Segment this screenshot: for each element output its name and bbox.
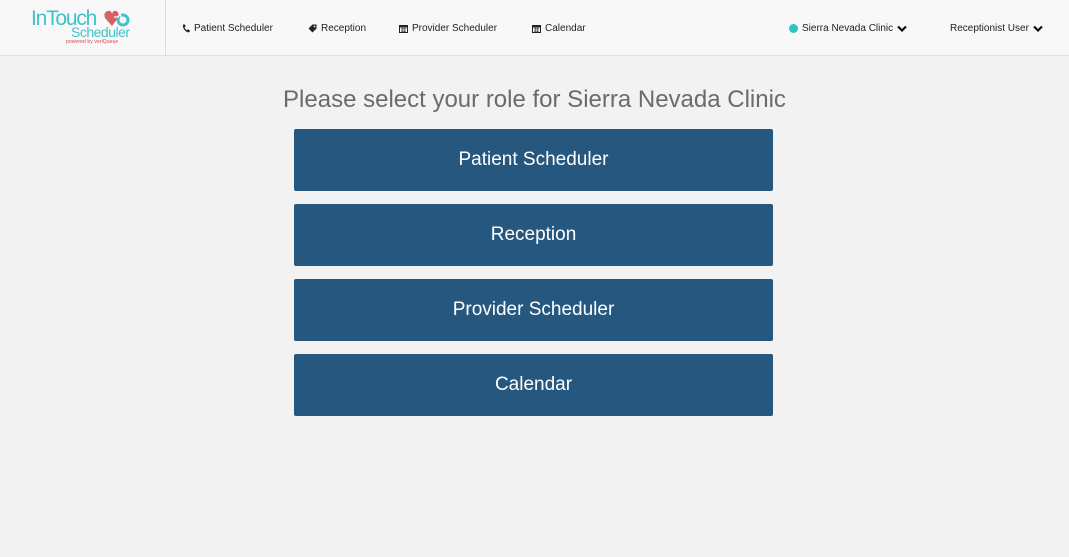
chevron-down-icon — [897, 25, 907, 32]
clinic-selector[interactable]: Sierra Nevada Clinic — [789, 21, 907, 35]
page-title: Please select your role for Sierra Nevad… — [283, 86, 786, 113]
nav-label: Patient Scheduler — [194, 22, 273, 34]
role-provider-scheduler-button[interactable]: Provider Scheduler — [294, 279, 773, 341]
tag-icon — [308, 24, 317, 32]
role-calendar-button[interactable]: Calendar — [294, 354, 773, 416]
clinic-name: Sierra Nevada Clinic — [802, 22, 894, 34]
logo-subtitle: Scheduler — [71, 24, 130, 40]
nav-patient-scheduler[interactable]: Patient Scheduler — [182, 21, 273, 35]
phone-icon — [182, 24, 190, 32]
calendar-icon — [399, 24, 408, 33]
status-dot-icon — [789, 23, 798, 33]
top-navbar: InTouch Scheduler powered by veriQueue P… — [0, 0, 1069, 56]
nav-label: Provider Scheduler — [412, 22, 498, 34]
user-menu[interactable]: Receptionist User — [950, 21, 1043, 35]
role-reception-button[interactable]: Reception — [294, 204, 773, 266]
user-name: Receptionist User — [950, 22, 1029, 34]
nav-label: Calendar — [545, 22, 586, 34]
nav-provider-scheduler[interactable]: Provider Scheduler — [399, 21, 497, 35]
logo-tagline: powered by veriQueue — [66, 39, 119, 45]
calendar-icon — [532, 24, 541, 33]
chevron-down-icon — [1033, 25, 1043, 32]
role-patient-scheduler-button[interactable]: Patient Scheduler — [294, 129, 773, 191]
nav-reception[interactable]: Reception — [308, 21, 366, 35]
app-logo[interactable]: InTouch Scheduler powered by veriQueue — [0, 0, 166, 55]
nav-calendar[interactable]: Calendar — [532, 21, 586, 35]
nav-label: Reception — [321, 22, 367, 34]
